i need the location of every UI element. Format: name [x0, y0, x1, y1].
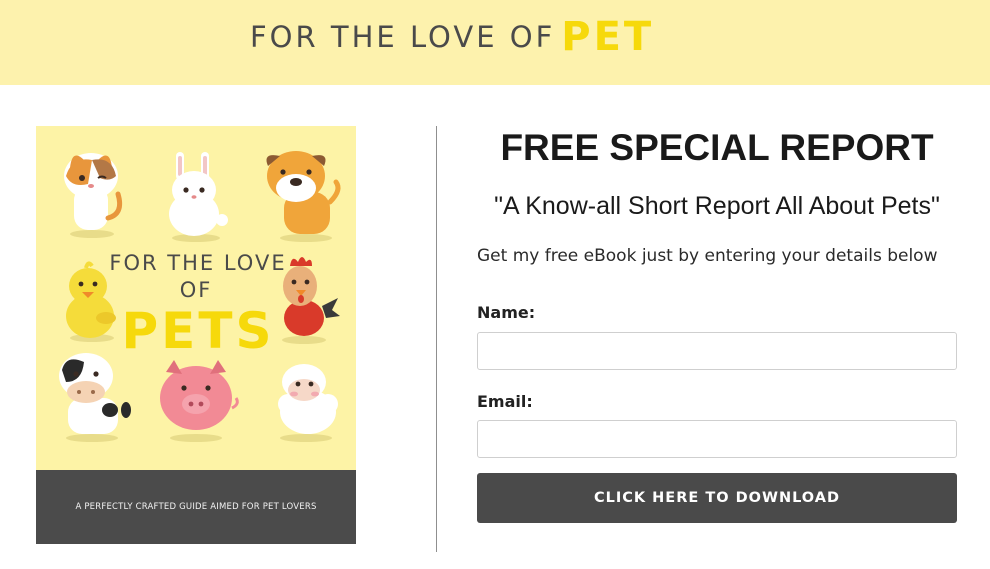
pig-icon [160, 360, 239, 442]
cover-title-line3: PETS [122, 302, 275, 360]
cover-title-line2: OF [180, 278, 213, 302]
name-label: Name: [477, 303, 536, 322]
cover-tagline: A PERFECTLY CRAFTED GUIDE AIMED FOR PET … [75, 502, 317, 512]
dog-icon [266, 151, 341, 242]
email-label: Email: [477, 392, 533, 411]
offer-intro: Get my free eBook just by entering your … [477, 246, 938, 266]
logo-accent-text: PET [561, 14, 655, 60]
offer-title: FREE SPECIAL REPORT [500, 127, 934, 168]
rabbit-icon [169, 152, 228, 242]
header-banner: FOR THE LOVE OF PET [0, 0, 990, 85]
ebook-cover-art: FOR THE LOVE OF PETS [59, 151, 341, 442]
ebook-cover: FOR THE LOVE OF PETS A PERFECTLY CRAFTED… [36, 126, 356, 544]
cover-footer: A PERFECTLY CRAFTED GUIDE AIMED FOR PET … [36, 470, 356, 544]
rooster-icon [282, 257, 340, 344]
offer-subtitle: "A Know-all Short Report All About Pets" [494, 192, 940, 220]
vertical-divider [436, 126, 437, 552]
chick-icon [66, 261, 116, 342]
name-input[interactable] [477, 332, 957, 370]
cover-title-line1: FOR THE LOVE [109, 251, 286, 275]
logo-text: FOR THE LOVE OF [250, 20, 556, 54]
download-button[interactable]: CLICK HERE TO DOWNLOAD [477, 473, 957, 523]
cow-icon [59, 353, 131, 442]
site-logo[interactable]: FOR THE LOVE OF PET [250, 14, 654, 60]
email-input[interactable] [477, 420, 957, 458]
sheep-icon [278, 364, 338, 442]
cat-icon [64, 153, 123, 238]
